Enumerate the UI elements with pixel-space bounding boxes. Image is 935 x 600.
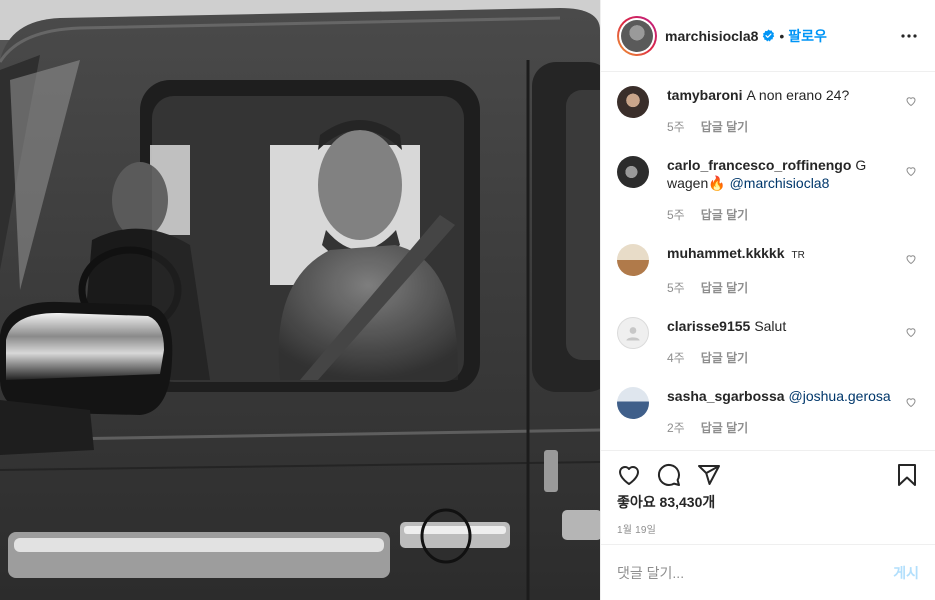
comment-mention-link[interactable]: @marchisiocla8 (730, 175, 830, 191)
comment-mention-link[interactable]: @joshua.gerosa (789, 388, 891, 404)
comment-age[interactable]: 2주 (667, 419, 685, 437)
post-date[interactable]: 1월 19일 (617, 521, 919, 536)
author-avatar-image (621, 19, 653, 52)
heart-icon[interactable] (617, 463, 641, 487)
comment-text: A non erano 24? (746, 87, 850, 103)
comment-text: Salut (754, 318, 787, 334)
reply-button[interactable]: 답글 달기 (701, 419, 749, 437)
reply-button[interactable]: 답글 달기 (701, 118, 749, 136)
share-icon[interactable] (697, 463, 721, 487)
reply-button[interactable]: 답글 달기 (701, 349, 749, 367)
commenter-username[interactable]: tamybaroni (667, 87, 742, 103)
comment-age[interactable]: 5주 (667, 206, 685, 224)
car-photo-illustration (0, 0, 600, 600)
reply-button[interactable]: 답글 달기 (701, 279, 749, 297)
author-avatar[interactable] (617, 15, 657, 56)
author-username[interactable]: marchisiocla8 (665, 28, 758, 44)
add-comment-bar: 게시 (601, 544, 935, 600)
commenter-avatar[interactable] (617, 244, 649, 276)
post-photo[interactable] (0, 0, 600, 600)
comment-input[interactable] (617, 564, 894, 581)
commenter-avatar[interactable] (617, 86, 649, 118)
comment-age[interactable]: 4주 (667, 349, 685, 367)
bookmark-icon[interactable] (895, 463, 919, 487)
header-separator: • (779, 27, 785, 44)
comment-like-heart-icon[interactable] (905, 94, 919, 108)
commenter-username[interactable]: clarisse9155 (667, 318, 750, 334)
commenter-avatar[interactable] (617, 317, 649, 349)
post-side-panel: marchisiocla8 • 팔로우 tamybaroni A non eran… (600, 0, 935, 600)
post-actions: 좋아요 83,430개 1월 19일 (601, 450, 935, 536)
post-comment-button[interactable]: 게시 (893, 563, 919, 583)
comment-icon[interactable] (657, 463, 681, 487)
comment-item: sasha_sgarbossa @joshua.gerosa 2주 답글 달기 (617, 367, 919, 437)
post-header: marchisiocla8 • 팔로우 (601, 0, 935, 72)
comment-age[interactable]: 5주 (667, 279, 685, 297)
commenter-username[interactable]: carlo_francesco_roffinengo (667, 157, 851, 173)
comment-text: TR (791, 250, 805, 261)
comment-like-heart-icon[interactable] (905, 164, 919, 178)
commenter-avatar[interactable] (617, 156, 649, 188)
more-options-icon[interactable] (899, 26, 919, 46)
commenter-avatar[interactable] (617, 387, 649, 419)
comment-item: tamybaroni A non erano 24? 5주 답글 달기 (617, 72, 919, 136)
comments-list[interactable]: tamybaroni A non erano 24? 5주 답글 달기 carlo… (601, 72, 935, 450)
verified-badge-icon (762, 29, 775, 42)
comment-like-heart-icon[interactable] (905, 252, 919, 266)
comment-age[interactable]: 5주 (667, 118, 685, 136)
likes-count[interactable]: 좋아요 83,430개 (617, 493, 919, 511)
comment-like-heart-icon[interactable] (905, 325, 919, 339)
comment-like-heart-icon[interactable] (905, 395, 919, 409)
comment-item: carlo_francesco_roffinengo G wagen🔥 @marc… (617, 136, 919, 224)
commenter-username[interactable]: sasha_sgarbossa (667, 388, 785, 404)
default-avatar-icon (626, 327, 640, 341)
follow-button[interactable]: 팔로우 (788, 26, 827, 46)
comment-item: clarisse9155 Salut 4주 답글 달기 (617, 297, 919, 367)
comment-item: muhammet.kkkkk TR 5주 답글 달기 (617, 224, 919, 297)
instagram-post: marchisiocla8 • 팔로우 tamybaroni A non eran… (0, 0, 935, 600)
commenter-username[interactable]: muhammet.kkkkk (667, 245, 785, 261)
reply-button[interactable]: 답글 달기 (701, 206, 749, 224)
